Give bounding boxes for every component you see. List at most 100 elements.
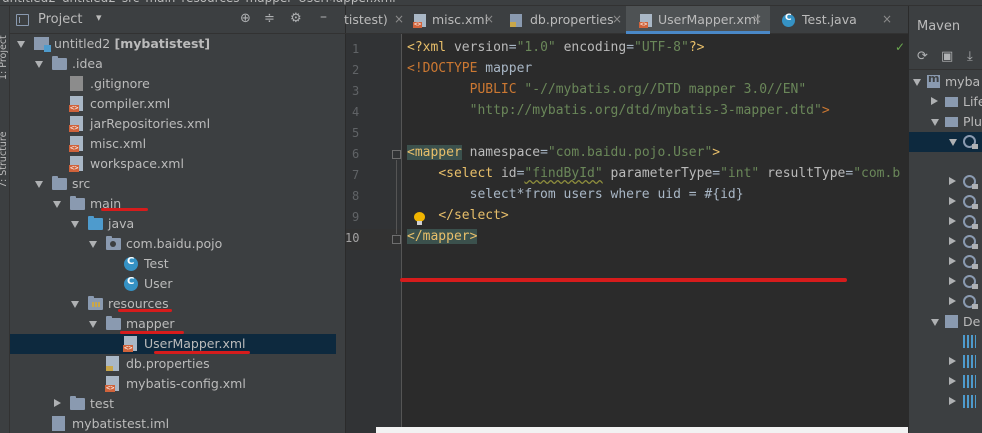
minimize-icon[interactable]: – (320, 9, 327, 25)
tree-item[interactable]: src (10, 174, 336, 194)
breadcrumb-item[interactable]: resources (181, 0, 239, 5)
maven-tree-item[interactable]: myba (909, 72, 982, 92)
tree-item[interactable]: Test (10, 254, 336, 274)
collapse-icon[interactable]: ≑ (264, 11, 275, 26)
editor-tab[interactable]: db.properties × (498, 6, 626, 34)
editor-tab[interactable]: UserMapper.xml× (626, 6, 770, 34)
chevron-down-icon[interactable] (89, 321, 97, 328)
tree-item[interactable]: User (10, 274, 336, 294)
chevron-down-icon[interactable] (949, 139, 957, 146)
properties-file-icon (106, 356, 119, 371)
line-number: 7 (352, 168, 360, 182)
maven-tree-item[interactable] (909, 152, 982, 172)
globe-icon[interactable]: ⊕ (240, 11, 251, 26)
chevron-down-icon[interactable] (53, 201, 61, 208)
maven-tree-item[interactable]: Life (909, 92, 982, 112)
maven-tree-item[interactable] (909, 132, 982, 152)
breadcrumb-item[interactable]: UserMapper.xml (298, 0, 395, 5)
maven-tree-item[interactable]: De (909, 312, 982, 332)
tree-item[interactable]: .idea (10, 54, 336, 74)
tree-item[interactable]: main (10, 194, 336, 214)
maven-tree-item[interactable] (909, 372, 982, 392)
maven-tree-item[interactable] (909, 392, 982, 412)
tree-item[interactable]: untitled2 [mybatistest] (10, 34, 336, 54)
chevron-right-icon[interactable] (949, 217, 956, 225)
code-line: <!DOCTYPE mapper (407, 61, 532, 76)
close-icon[interactable]: × (484, 12, 494, 26)
tree-item[interactable]: mybatistest.iml (10, 414, 336, 433)
chevron-right-icon[interactable] (949, 357, 956, 365)
tree-item[interactable]: compiler.xml (10, 94, 336, 114)
editor-tab-label: db.properties (530, 12, 614, 27)
tree-item-name: compiler.xml (90, 96, 171, 111)
lightbulb-icon[interactable] (414, 212, 425, 225)
chevron-right-icon[interactable] (54, 399, 61, 407)
tree-item[interactable]: db.properties (10, 354, 336, 374)
close-icon[interactable]: × (612, 12, 622, 26)
chevron-down-icon[interactable] (17, 41, 25, 48)
chevron-right-icon[interactable] (949, 277, 956, 285)
chevron-right-icon[interactable] (949, 257, 956, 265)
tree-item[interactable]: jarRepositories.xml (10, 114, 336, 134)
maven-tree-item[interactable] (909, 172, 982, 192)
maven-tree-item[interactable] (909, 212, 982, 232)
project-tree: untitled2 [mybatistest] .idea .gitignore co… (10, 34, 336, 433)
breadcrumb-item[interactable]: src (122, 0, 140, 5)
chevron-down-icon[interactable] (35, 181, 43, 188)
tree-item[interactable]: .gitignore (10, 74, 336, 94)
chevron-down-icon[interactable] (71, 301, 79, 308)
chevron-right-icon[interactable] (949, 397, 956, 405)
add-project-icon[interactable]: ▣ (941, 49, 953, 64)
chevron-right-icon[interactable] (949, 197, 956, 205)
tree-item[interactable]: resources (10, 294, 336, 314)
chevron-down-icon[interactable] (931, 319, 939, 326)
maven-tree-item[interactable] (909, 252, 982, 272)
tree-item[interactable]: misc.xml (10, 134, 336, 154)
close-icon[interactable]: × (394, 12, 404, 26)
maven-tree-item[interactable] (909, 352, 982, 372)
tree-item[interactable]: com.baidu.pojo (10, 234, 336, 254)
chevron-right-icon[interactable] (949, 237, 956, 245)
project-icon (16, 14, 29, 26)
chevron-right-icon[interactable] (931, 97, 938, 105)
close-icon[interactable]: × (882, 12, 892, 26)
breadcrumb-item[interactable]: untitled2 (2, 0, 56, 5)
close-icon[interactable]: × (752, 12, 762, 26)
maven-tree-item[interactable] (909, 232, 982, 252)
chevron-down-icon[interactable] (913, 79, 921, 86)
chevron-down-icon[interactable] (89, 241, 97, 248)
chevron-down-icon[interactable] (931, 119, 939, 126)
maven-tree-item[interactable] (909, 292, 982, 312)
gear-icon[interactable]: ⚙ (290, 11, 302, 26)
plugin-icon (963, 295, 978, 309)
chevron-right-icon[interactable] (949, 377, 956, 385)
editor-tab[interactable]: tistest) × (344, 6, 404, 34)
tree-item[interactable]: test (10, 394, 336, 414)
chevron-down-icon[interactable]: ▾ (96, 11, 102, 24)
breadcrumb-item[interactable]: main (145, 0, 175, 5)
fold-marker-icon[interactable] (392, 235, 401, 244)
breadcrumb-item[interactable]: mapper (246, 0, 293, 5)
tree-item[interactable]: mybatis-config.xml (10, 374, 336, 394)
download-icon[interactable]: ⤓ (967, 49, 973, 64)
tree-item-label: untitled2 [mybatistest] (54, 36, 210, 51)
tree-item[interactable]: java (10, 214, 336, 234)
editor-tab[interactable]: Test.java × (770, 6, 898, 34)
chevron-right-icon[interactable] (949, 177, 956, 185)
chevron-right-icon[interactable] (949, 297, 956, 305)
chevron-down-icon[interactable] (71, 221, 79, 228)
editor-tab[interactable]: misc.xml× (404, 6, 498, 34)
maven-tree-item[interactable] (909, 192, 982, 212)
maven-tree-item[interactable]: Plu (909, 112, 982, 132)
folder-icon (106, 316, 121, 330)
chevron-down-icon[interactable] (35, 61, 43, 68)
tree-item-name: mybatis-config.xml (126, 376, 246, 391)
tree-item[interactable]: workspace.xml (10, 154, 336, 174)
refresh-icon[interactable]: ⟳ (917, 49, 928, 64)
breadcrumb-item[interactable]: untitled2 (62, 0, 116, 5)
fold-marker-icon[interactable] (392, 150, 401, 159)
maven-tree-item[interactable] (909, 272, 982, 292)
project-panel-title[interactable]: Project (38, 12, 82, 27)
maven-tree-item[interactable] (909, 332, 982, 352)
